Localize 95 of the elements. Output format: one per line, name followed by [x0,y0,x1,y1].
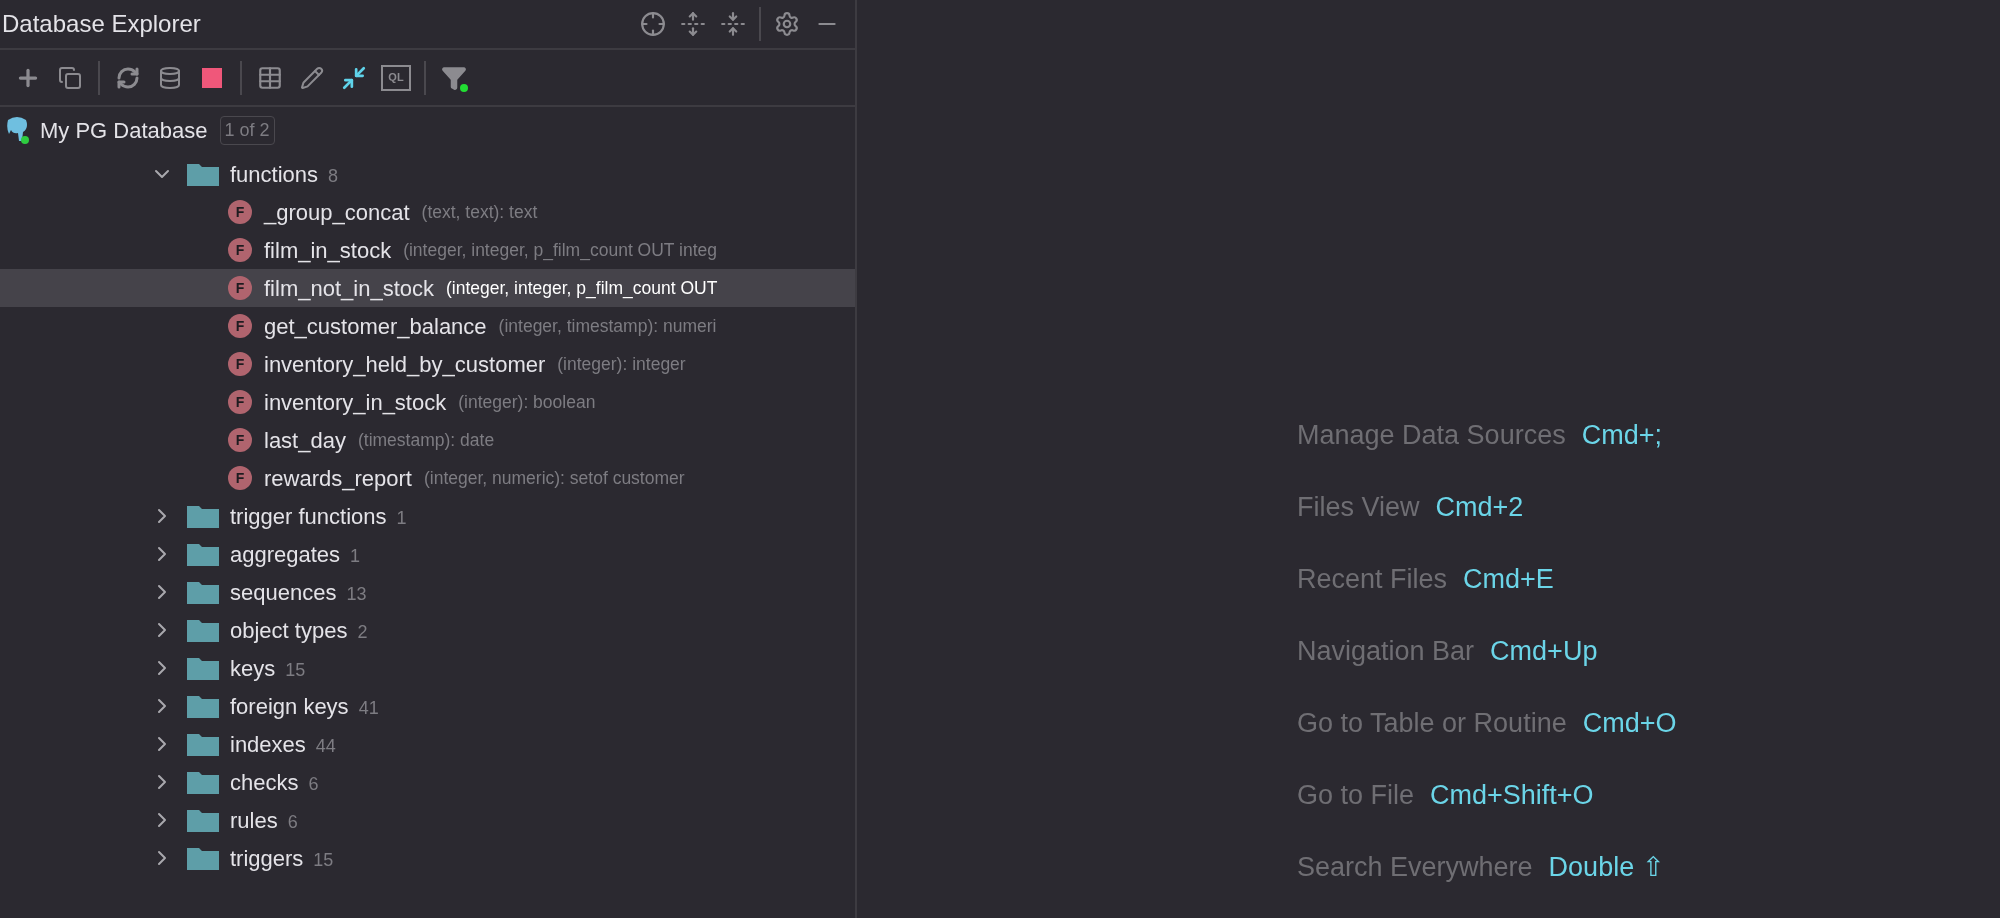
tree-row[interactable]: aggregates 1 [0,535,855,573]
node-label: keys [230,654,276,683]
item-count: 8 [328,164,339,188]
tree-row[interactable]: keys 15 [0,649,855,687]
folder-icon [186,579,220,605]
action-label: Search Everywhere [1297,850,1533,884]
node-label: indexes [230,730,306,759]
tree-row[interactable]: rules 6 [0,801,855,839]
tree-row[interactable]: trigger functions 1 [0,497,855,535]
panel-title: Database Explorer [1,9,202,39]
function-signature: (integer): boolean [458,390,596,414]
function-signature: (text, text): text [421,200,538,224]
function-signature: (integer, integer, p_film_count OUT integ [403,238,718,263]
node-label: My PG Database [40,116,208,145]
item-count: 41 [358,696,379,720]
item-count: 2 [357,620,368,644]
action-label: Navigation Bar [1297,634,1475,668]
tree-row[interactable]: F rewards_report (integer, numeric): setof customer [0,459,855,497]
function-signature: (timestamp): date [357,428,495,452]
action-label: Files View [1297,490,1420,524]
function-icon: F [228,238,252,262]
function-icon: F [228,314,252,338]
node-label: _group_concat [264,198,410,227]
shortcut-keys: Cmd+E [1463,558,1554,600]
tree-row[interactable]: object types 2 [0,611,855,649]
item-count: 44 [315,734,336,758]
tree-row[interactable]: indexes 44 [0,725,855,763]
tree-row[interactable]: F inventory_in_stock (integer): boolean [0,383,855,421]
folder-icon [186,503,220,529]
node-label: inventory_in_stock [264,388,447,417]
tree-row[interactable]: F film_not_in_stock (integer, integer, p_film_count OUT [0,269,855,307]
action-label: Go to Table or Routine [1297,706,1567,740]
tree-row[interactable]: F _group_concat (text, text): text [0,193,855,231]
tree-row[interactable]: functions 8 [0,155,855,193]
item-count: 6 [308,772,319,796]
node-label: checks [230,768,299,797]
query-console-icon[interactable]: QL [381,64,411,91]
node-label: inventory_held_by_customer [264,350,546,379]
folder-icon [186,769,220,795]
node-label: functions [230,160,319,189]
function-icon: F [228,466,252,490]
node-label: rewards_report [264,464,412,493]
function-signature: (integer, numeric): setof customer [423,466,685,490]
node-label: rules [230,806,278,835]
folder-icon [186,655,220,681]
shortcut-keys: Cmd+2 [1435,486,1524,528]
function-signature: (integer): integer [557,352,686,376]
item-count: 15 [313,848,334,872]
item-count: 6 [287,810,298,834]
shortcut-keys: Cmd+Up [1490,630,1598,672]
function-signature: (integer, integer, p_film_count OUT [446,276,718,301]
node-label: trigger functions [230,502,387,531]
shortcut-keys: Cmd+Shift+O [1430,774,1594,816]
shortcut-keys: Cmd+; [1581,414,1662,456]
folder-icon [186,161,220,187]
function-icon: F [228,276,252,300]
shortcut-keys: Double ⇧ [1548,846,1665,888]
tree-row[interactable]: triggers 15 [0,839,855,877]
node-label: triggers [230,844,304,873]
node-label: film_in_stock [264,236,392,265]
folder-icon [186,617,220,643]
function-icon: F [228,352,252,376]
action-label: Go to File [1297,778,1415,812]
node-label: foreign keys [230,692,349,721]
tree-row[interactable]: foreign keys 41 [0,687,855,725]
folder-icon [186,731,220,757]
node-label: sequences [230,578,337,607]
function-icon: F [228,390,252,414]
function-icon: F [228,428,252,452]
tree-row[interactable]: checks 6 [0,763,855,801]
folder-icon [186,845,220,871]
tree-row[interactable]: My PG Database 1 of 2 [0,110,855,150]
tree-row[interactable]: F last_day (timestamp): date [0,421,855,459]
node-label: object types [230,616,348,645]
tree-row[interactable]: sequences 13 [0,573,855,611]
action-label: Manage Data Sources [1297,418,1566,452]
item-count: 13 [346,582,367,606]
node-label: aggregates [230,540,341,569]
tree-row[interactable]: F film_in_stock (integer, integer, p_film_count OUT integ [0,231,855,269]
tree-row[interactable]: F inventory_held_by_customer (integer): integer [0,345,855,383]
page-badge: 1 of 2 [219,115,275,145]
action-label: Recent Files [1297,562,1448,596]
item-count: 1 [396,506,407,530]
folder-icon [186,541,220,567]
tree-row[interactable]: F get_customer_balance (integer, timestamp): numeri [0,307,855,345]
function-signature: (integer, timestamp): numeri [498,314,717,338]
folder-icon [186,693,220,719]
node-label: get_customer_balance [264,312,487,341]
folder-icon [186,807,220,833]
item-count: 1 [350,544,361,568]
node-label: film_not_in_stock [264,274,434,303]
node-label: last_day [264,426,346,455]
shortcut-keys: Cmd+O [1582,702,1677,744]
item-count: 15 [285,658,306,682]
function-icon: F [228,200,252,224]
